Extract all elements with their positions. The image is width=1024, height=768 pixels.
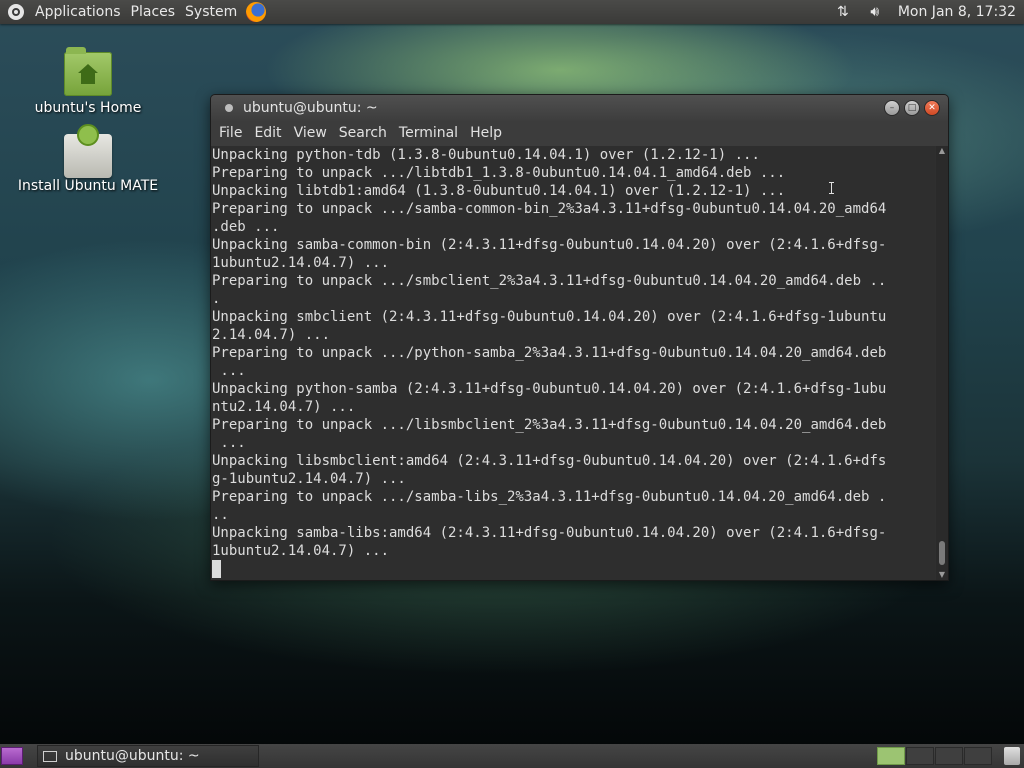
clock[interactable]: Mon Jan 8, 17:32 — [898, 4, 1024, 20]
volume-icon[interactable]: 🔊︎ — [866, 3, 884, 21]
workspace-2[interactable] — [906, 747, 934, 765]
terminal-line: Preparing to unpack .../libsmbclient_2%3… — [212, 417, 887, 433]
menu-edit[interactable]: Edit — [248, 121, 287, 146]
menu-places[interactable]: Places — [126, 0, 181, 24]
terminal-line: ... — [212, 435, 246, 451]
ubuntu-logo-icon[interactable] — [8, 4, 24, 20]
home-folder-icon — [64, 47, 112, 96]
terminal-line: Unpacking smbclient (2:4.3.11+dfsg-0ubun… — [212, 309, 887, 325]
terminal-line: .. — [212, 507, 229, 523]
menu-file[interactable]: File — [213, 121, 248, 146]
terminal-line: 1ubuntu2.14.04.7) ... — [212, 255, 390, 271]
workspace-3[interactable] — [935, 747, 963, 765]
workspace-4[interactable] — [964, 747, 992, 765]
terminal-line: Unpacking samba-libs:amd64 (2:4.3.11+dfs… — [212, 525, 887, 541]
close-button[interactable]: ✕ — [924, 100, 940, 116]
panel-menu: Applications Places System — [0, 0, 267, 24]
desktop-icon-home[interactable]: ubuntu's Home — [13, 47, 163, 116]
firefox-launcher-icon[interactable] — [246, 2, 267, 22]
window-controls: – □ ✕ — [880, 100, 940, 116]
terminal-line: . — [212, 291, 221, 307]
terminal-line: Unpacking libsmbclient:amd64 (2:4.3.11+d… — [212, 453, 887, 469]
terminal-line: .deb ... — [212, 219, 280, 235]
network-arrows-icon[interactable]: ⇅ — [834, 3, 852, 21]
desktop-icon-label: Install Ubuntu MATE — [17, 178, 159, 194]
installer-icon — [64, 124, 112, 178]
menu-applications[interactable]: Applications — [30, 0, 126, 24]
terminal-lines: Unpacking python-tdb (1.3.8-0ubuntu0.14.… — [211, 146, 935, 578]
terminal-line: Preparing to unpack .../smbclient_2%3a4.… — [212, 273, 887, 289]
workspace-1[interactable] — [877, 747, 905, 765]
scroll-thumb[interactable] — [939, 541, 945, 565]
scroll-down-icon[interactable]: ▼ — [936, 570, 948, 580]
window-title: ubuntu@ubuntu: ~ — [243, 100, 378, 116]
terminal-line: ... — [212, 363, 246, 379]
text-cursor — [212, 560, 221, 578]
terminal-line: g-1ubuntu2.14.04.7) ... — [212, 471, 406, 487]
terminal-line: Unpacking samba-common-bin (2:4.3.11+dfs… — [212, 237, 887, 253]
workspace-switcher — [876, 747, 992, 765]
terminal-line: 2.14.04.7) ... — [212, 327, 331, 343]
terminal-line: Unpacking python-samba (2:4.3.11+dfsg-0u… — [212, 381, 887, 397]
minimize-button[interactable]: – — [884, 100, 900, 116]
menu-terminal[interactable]: Terminal — [393, 121, 464, 146]
terminal-line: Unpacking python-tdb (1.3.8-0ubuntu0.14.… — [212, 147, 760, 163]
show-desktop-icon[interactable] — [1, 747, 23, 765]
taskbar-item-terminal[interactable]: ubuntu@ubuntu: ~ — [37, 745, 259, 767]
terminal-scrollbar[interactable]: ▲ ▼ — [936, 146, 948, 580]
terminal-line: Preparing to unpack .../samba-libs_2%3a4… — [212, 489, 887, 505]
terminal-line: Unpacking libtdb1:amd64 (1.3.8-0ubuntu0.… — [212, 183, 786, 199]
terminal-window: ubuntu@ubuntu: ~ – □ ✕ File Edit View Se… — [210, 94, 949, 581]
menu-search[interactable]: Search — [333, 121, 393, 146]
window-titlebar[interactable]: ubuntu@ubuntu: ~ – □ ✕ — [211, 95, 948, 121]
menu-system[interactable]: System — [180, 0, 242, 24]
terminal-output[interactable]: Unpacking python-tdb (1.3.8-0ubuntu0.14.… — [211, 146, 935, 580]
trash-icon[interactable] — [1004, 747, 1020, 765]
bottom-panel: ubuntu@ubuntu: ~ — [0, 744, 1024, 768]
window-menu-icon[interactable] — [225, 104, 233, 112]
terminal-line: Preparing to unpack .../python-samba_2%3… — [212, 345, 887, 361]
menu-view[interactable]: View — [288, 121, 333, 146]
terminal-line: ntu2.14.04.7) ... — [212, 399, 356, 415]
terminal-line: Preparing to unpack .../libtdb1_1.3.8-0u… — [212, 165, 786, 181]
panel-indicators: ⇅ 🔊︎ Mon Jan 8, 17:32 — [834, 0, 1024, 24]
terminal-line: Preparing to unpack .../samba-common-bin… — [212, 201, 887, 217]
terminal-line: 1ubuntu2.14.04.7) ... — [212, 543, 390, 559]
terminal-icon — [43, 750, 57, 762]
scroll-up-icon[interactable]: ▲ — [936, 146, 948, 156]
maximize-button[interactable]: □ — [904, 100, 920, 116]
desktop-icon-install[interactable]: Install Ubuntu MATE — [13, 124, 163, 194]
terminal-menubar: File Edit View Search Terminal Help — [211, 121, 948, 146]
menu-help[interactable]: Help — [464, 121, 508, 146]
top-panel: Applications Places System ⇅ 🔊︎ Mon Jan … — [0, 0, 1024, 24]
terminal-prompt-line — [212, 560, 935, 578]
ibeam-pointer-icon — [829, 182, 834, 194]
taskbar-item-label: ubuntu@ubuntu: ~ — [65, 748, 200, 764]
desktop-icon-label: ubuntu's Home — [34, 100, 142, 116]
